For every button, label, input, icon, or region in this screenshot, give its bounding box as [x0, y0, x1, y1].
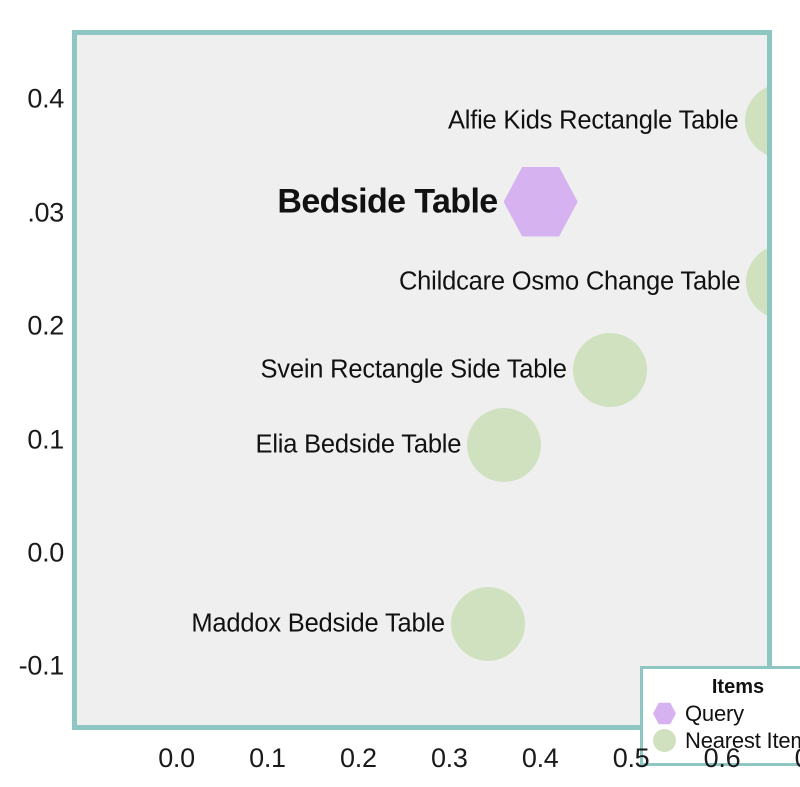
point-label: Alfie Kids Rectangle Table [447, 106, 739, 135]
nearest-item-marker[interactable] [744, 84, 767, 159]
plot-area: Bedside Table Alfie Kids Rectangle Table C… [77, 35, 767, 725]
x-tick-label: 0.7 [795, 743, 800, 774]
x-tick-label: 0.2 [340, 743, 377, 773]
x-tick-label: 0.5 [612, 743, 650, 773]
x-axis-tick-labels: 0.0 0.1 0.2 0.3 0.4 0.5 0.6 0.7 [0, 743, 800, 783]
point-label: Childcare Osmo Change Table [398, 267, 741, 296]
x-tick-label: 0.3 [430, 743, 468, 773]
nearest-item-marker[interactable] [467, 407, 542, 482]
legend-item-label: Query [685, 700, 744, 726]
point-label: Svein Rectangle Side Table [260, 355, 567, 384]
query-marker[interactable] [503, 166, 578, 237]
x-tick-label: 0.0 [158, 743, 195, 773]
y-tick-label: .03 [27, 197, 64, 228]
plot-frame: Bedside Table Alfie Kids Rectangle Table C… [72, 30, 800, 766]
x-tick-label: 0.6 [703, 743, 741, 773]
nearest-item-marker[interactable] [450, 586, 525, 661]
legend-title: Items [711, 676, 765, 698]
x-tick-label: 0.4 [521, 743, 559, 773]
scatter-plot-figure: 0.4 .03 0.2 0.1 0.0 -0.1 Bedside Table Alfie K… [0, 0, 800, 787]
y-tick-label: 0.0 [27, 537, 64, 568]
hexagon-swatch-icon [653, 702, 676, 725]
point-label: Elia Bedside Table [255, 430, 462, 459]
y-axis-tick-labels: 0.4 .03 0.2 0.1 0.0 -0.1 [0, 0, 65, 787]
y-tick-label: 0.2 [27, 310, 64, 341]
point-label: Bedside Table [277, 182, 498, 221]
y-tick-label: 0.1 [27, 424, 64, 455]
y-tick-label: -0.1 [18, 650, 65, 681]
legend-item[interactable]: Query [653, 700, 800, 727]
nearest-item-marker[interactable] [572, 332, 647, 407]
point-label: Maddox Bedside Table [191, 609, 445, 638]
x-tick-label: 0.1 [249, 743, 286, 773]
nearest-item-marker[interactable] [746, 245, 767, 320]
y-tick-label: 0.4 [27, 83, 64, 114]
